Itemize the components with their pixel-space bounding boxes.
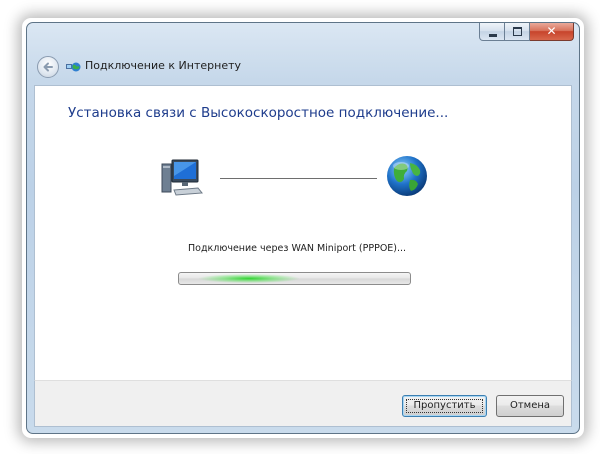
globe-icon (387, 156, 427, 196)
progress-bar (178, 272, 411, 285)
close-icon: ✕ (546, 24, 557, 38)
back-arrow-icon (43, 62, 53, 72)
progress-indicator (199, 274, 299, 283)
caption-buttons: ✕ (479, 23, 574, 42)
skip-button[interactable]: Пропустить (402, 395, 487, 417)
network-globe-icon (66, 62, 81, 72)
back-button[interactable] (37, 56, 59, 78)
page-heading: Установка связи с Высокоскоростное подкл… (68, 105, 449, 121)
minimize-icon (489, 34, 497, 37)
close-button[interactable]: ✕ (530, 23, 574, 41)
content-area: Установка связи с Высокоскоростное подкл… (34, 85, 572, 380)
connection-line (220, 178, 377, 179)
cancel-button[interactable]: Отмена (496, 395, 564, 417)
maximize-icon (513, 27, 522, 36)
minimize-button[interactable] (479, 23, 505, 41)
window-title: Подключение к Интернету (85, 59, 242, 72)
focus-rectangle (406, 399, 483, 413)
status-text: Подключение через WAN Miniport (PPPOE)..… (188, 243, 407, 254)
dialog-window: ✕ Подключение к Интернету Установка связ… (26, 22, 580, 434)
button-bar: Пропустить Отмена (34, 380, 572, 427)
computer-icon (161, 159, 203, 196)
maximize-button[interactable] (505, 23, 530, 41)
